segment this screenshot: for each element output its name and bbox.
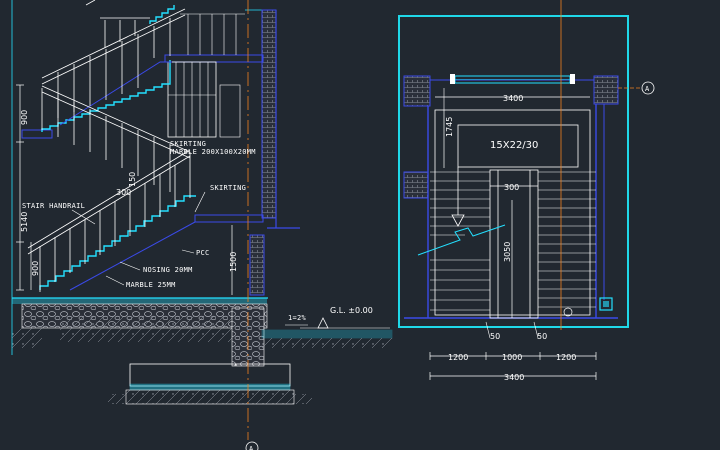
- axis-label-plan: A: [645, 85, 650, 93]
- balustrade-top: [180, 13, 245, 55]
- stair-plan: 15X22/30 1745 3400 300 3050 50 50 1200 1…: [398, 0, 655, 382]
- ground-level-marker: G.L. ±0.00: [300, 306, 390, 329]
- plan-dim-1745: 1745: [445, 117, 454, 137]
- brick-wall-upper: [261, 9, 277, 219]
- dim-900-top: 900: [20, 110, 29, 125]
- landing-mid: [21, 129, 53, 139]
- landing-lower: [194, 214, 264, 223]
- plan-dim-3050: 3050: [503, 242, 512, 262]
- plan-column-tr: [593, 75, 619, 105]
- plan-arrow-down: [451, 214, 465, 227]
- note-slope: 1=2%: [288, 314, 307, 322]
- dim-300: 300: [116, 188, 131, 197]
- stair-section: A 900 5140 900 1500 150 300 SKIRTING MAR…: [11, 0, 393, 450]
- dim-5140: 5140: [20, 212, 29, 232]
- brick-wall-lower: [249, 234, 265, 296]
- note-marble-skirting: MARBLE 200X100X20MM: [170, 148, 256, 156]
- plan-column-ml: [403, 171, 429, 199]
- plan-column-tl: [403, 75, 431, 107]
- plan-dim-50-left: 50: [490, 332, 500, 341]
- plan-size-label: 15X22/30: [490, 140, 538, 151]
- ground-level-label: G.L. ±0.00: [330, 306, 373, 315]
- note-skirting-1: SKIRTING: [170, 140, 206, 148]
- note-nosing: NOSING 20MM: [143, 266, 193, 274]
- stair-flight-1: [39, 195, 196, 290]
- plan-dim-50-right: 50: [537, 332, 547, 341]
- axis-label-section: A: [249, 445, 254, 450]
- note-skirting-2: SKIRTING: [210, 184, 246, 192]
- plan-break-line: [417, 224, 506, 256]
- interior-window: [167, 61, 241, 138]
- dim-150: 150: [128, 172, 137, 187]
- dim-1500: 1500: [229, 252, 238, 272]
- plan-frame: [398, 15, 629, 328]
- plan-treads-right: [538, 171, 596, 308]
- plan-treads-left: [430, 171, 490, 311]
- waist-slab-2: [59, 61, 172, 126]
- plan-dim-300: 300: [504, 183, 519, 192]
- cad-drawing-canvas[interactable]: A 900 5140 900 1500 150 300 SKIRTING MAR…: [0, 0, 720, 450]
- plan-dim-3400-top: 3400: [503, 94, 523, 103]
- note-marble: MARBLE 25MM: [126, 281, 176, 289]
- handrail-upper: [41, 0, 186, 118]
- plan-window: [450, 74, 575, 84]
- plan-stairwell: [489, 169, 539, 319]
- note-stair-handrail: STAIR HANDRAIL: [22, 202, 85, 210]
- note-pcc: PCC: [196, 249, 210, 257]
- plan-dim-1200-right: 1200: [556, 353, 576, 362]
- plan-dim-1200-left: 1200: [448, 353, 468, 362]
- dim-900-bottom: 900: [31, 261, 40, 276]
- plan-dim-1000: 1000: [502, 353, 522, 362]
- plan-dim-3400-overall: 3400: [504, 373, 524, 382]
